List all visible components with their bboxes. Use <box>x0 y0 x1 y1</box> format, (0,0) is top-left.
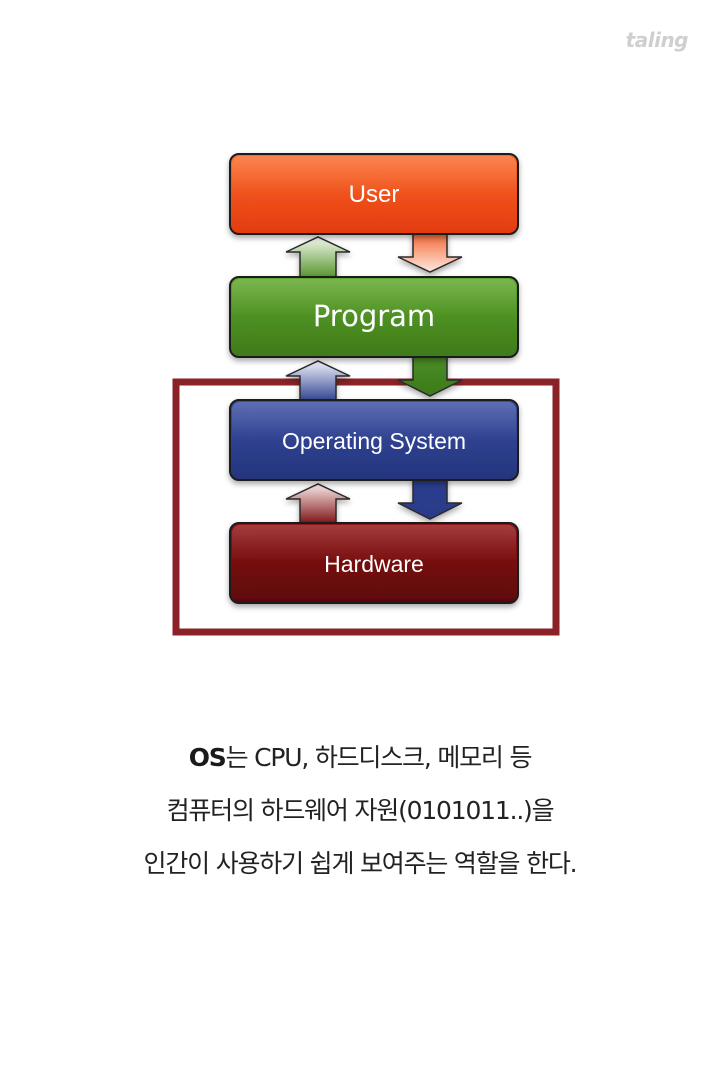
caption-line-3: 인간이 사용하기 쉽게 보여주는 역할을 한다. <box>143 849 578 878</box>
caption-os-term: OS <box>188 743 227 772</box>
layer-user-label: User <box>349 181 400 208</box>
arrow-user-to-program <box>397 231 463 273</box>
caption-line-1: OS는 CPU, 하드디스크, 메모리 등 <box>0 735 720 788</box>
caption-line-2: 컴퓨터의 하드웨어 자원(0101011..)을 <box>166 796 555 825</box>
layer-os-label: Operating System <box>282 428 466 454</box>
arrow-hardware-to-os <box>285 483 351 526</box>
arrow-program-to-user <box>285 236 351 281</box>
layer-program-label: Program <box>313 299 435 333</box>
layer-hardware-label: Hardware <box>324 551 424 577</box>
os-layer-diagram: User Program Operating System Hardware <box>172 153 560 636</box>
caption: OS는 CPU, 하드디스크, 메모리 등 컴퓨터의 하드웨어 자원(01010… <box>0 735 720 894</box>
caption-line-1-text: 는 CPU, 하드디스크, 메모리 등 <box>225 743 533 772</box>
arrow-program-to-os <box>397 354 463 397</box>
arrow-os-to-hardware <box>397 477 463 520</box>
